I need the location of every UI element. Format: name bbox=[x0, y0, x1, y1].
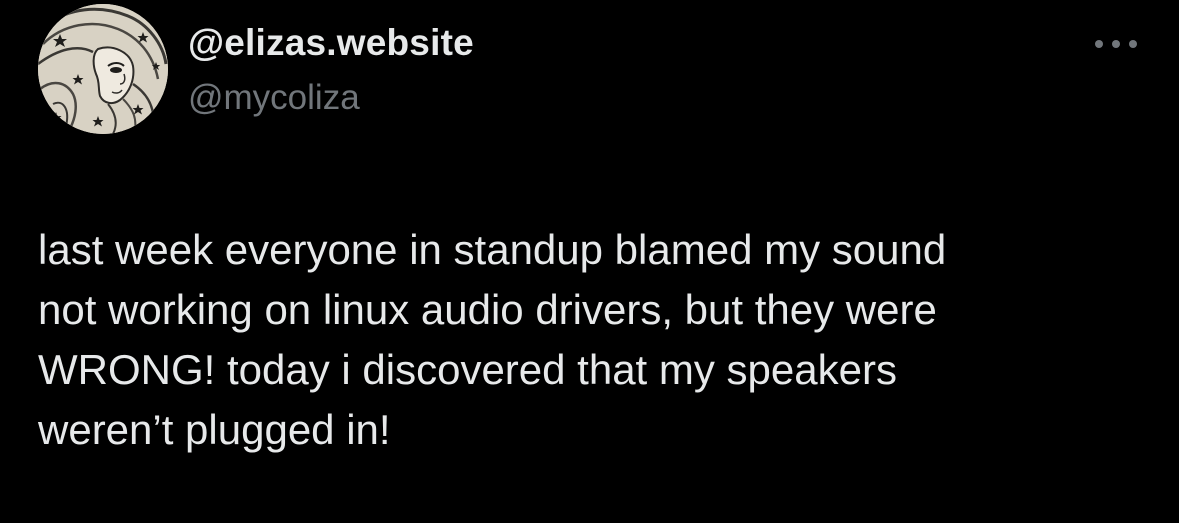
more-options-button[interactable] bbox=[1086, 28, 1146, 60]
tweet-text-line: last week everyone in standup blamed my … bbox=[38, 226, 947, 273]
tweet-text-line: not working on linux audio drivers, but … bbox=[38, 286, 937, 333]
tweet-card: @elizas.website @mycoliza last week ever… bbox=[0, 0, 1179, 523]
tweet-text-line: WRONG! today i discovered that my speake… bbox=[38, 346, 897, 393]
illustrated-portrait-avatar-icon bbox=[38, 4, 168, 134]
user-handle[interactable]: @mycoliza bbox=[188, 78, 360, 118]
more-horizontal-icon bbox=[1095, 40, 1137, 48]
tweet-text-line: weren’t plugged in! bbox=[38, 406, 391, 453]
avatar[interactable] bbox=[38, 4, 168, 134]
display-name[interactable]: @elizas.website bbox=[188, 22, 474, 64]
tweet-text: last week everyone in standup blamed my … bbox=[38, 220, 1158, 460]
